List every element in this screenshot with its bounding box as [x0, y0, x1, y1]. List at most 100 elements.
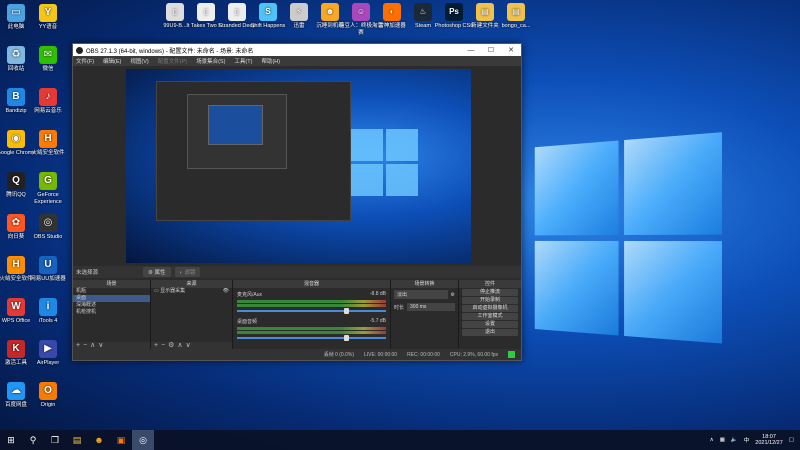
- folder-icon: ▤: [476, 3, 494, 21]
- volume-icon[interactable]: 🔈: [731, 437, 738, 443]
- transitions-header: 场景转换: [391, 280, 458, 288]
- desktop-icon-label: OBS Studio: [26, 234, 70, 241]
- baidu-netdisk-icon: ☁: [7, 382, 25, 400]
- desktop-icon[interactable]: ▶ AirPlayer: [26, 340, 70, 367]
- volume-slider[interactable]: [237, 337, 386, 339]
- desktop-icon[interactable]: ◎OBS Studio: [26, 214, 70, 241]
- mixer-dock: 混音器 麦克风/Aux-8.8 dB 桌面音频-5.7 dB: [233, 280, 391, 350]
- transitions-dock: 场景转换 淡出 ⚙ 时长 300 ms: [391, 280, 459, 350]
- origin-icon: O: [39, 382, 57, 400]
- taskbar: ⊞ ⚲ ❐ ▤ ☻ ▣ ◎ ∧ ▦ 🔈 中 18:07 2021/12/27 ▢: [0, 430, 800, 450]
- maximize-button[interactable]: ☐: [481, 46, 501, 54]
- search-icon[interactable]: ⚲: [22, 430, 44, 450]
- scene-item[interactable]: 机枪搜机: [73, 309, 150, 316]
- wps-icon: W: [7, 298, 25, 316]
- desktop-icon[interactable]: U 网易UU加速器: [26, 256, 70, 283]
- ittakestwo-icon: ▯: [197, 3, 215, 21]
- desktop-icon-label: Origin: [26, 402, 70, 409]
- gear-icon[interactable]: ⚙: [451, 292, 455, 298]
- desktop-icon[interactable]: ▤bongo_ca...: [494, 3, 538, 30]
- stranded-deep-icon: ▯: [228, 3, 246, 21]
- chrome-icon: ◉: [7, 130, 25, 148]
- start-button[interactable]: ⊞: [0, 430, 22, 450]
- task-view-icon[interactable]: ❐: [44, 430, 66, 450]
- uu-icon: U: [39, 256, 57, 274]
- desktop-icon-label: bongo_ca...: [494, 23, 538, 30]
- source-item[interactable]: ▭ 显示器采集 👁: [151, 288, 232, 295]
- properties-button[interactable]: ⚙ 属性: [143, 267, 170, 277]
- virtual-camera-button[interactable]: 启动虚拟摄像机: [462, 305, 518, 312]
- itools-icon: i: [39, 298, 57, 316]
- start-recording-button[interactable]: 开始录制: [462, 297, 518, 304]
- dropped-frames: 丢帧 0 (0.0%): [324, 351, 354, 358]
- desktop-icon[interactable]: ♪网易云音乐: [26, 88, 70, 115]
- fall-guys-icon: ☺: [352, 3, 370, 21]
- desktop-icon-label: 火绒安全软件: [26, 150, 70, 157]
- scene-item[interactable]: 机瓶: [73, 288, 150, 295]
- stop-streaming-button[interactable]: 停止推流: [462, 289, 518, 296]
- obs-taskbar-icon[interactable]: ◎: [132, 430, 154, 450]
- computer-icon: ▭: [7, 4, 25, 22]
- scene-item[interactable]: 深海概述: [73, 302, 150, 309]
- desktop-icon[interactable]: iiTools 4: [26, 298, 70, 325]
- qq-icon: Q: [7, 172, 25, 190]
- studio-mode-button[interactable]: 工作室模式: [462, 313, 518, 320]
- obs-titlebar[interactable]: OBS 27.1.3 (64-bit, windows) - 配置文件: 未命名…: [73, 44, 521, 56]
- desktop-icon[interactable]: H 火绒安全软件: [26, 130, 70, 157]
- duration-label: 时长: [394, 304, 404, 311]
- input-language[interactable]: 中: [744, 436, 750, 444]
- scene-item[interactable]: 桌面: [73, 295, 150, 302]
- scenes-header: 场景: [73, 280, 150, 288]
- close-button[interactable]: ✕: [501, 46, 521, 54]
- obs-window[interactable]: OBS 27.1.3 (64-bit, windows) - 配置文件: 未命名…: [72, 43, 522, 361]
- source-toolbar: 未选择源 ⚙ 属性 ◐ 滤镜: [73, 266, 521, 278]
- cpu-usage: CPU: 2.9%, 60.00 fps: [450, 352, 498, 358]
- desktop-icon[interactable]: GGeForce Experience: [26, 172, 70, 205]
- no-source-label: 未选择源: [76, 268, 98, 276]
- clock[interactable]: 18:07 2021/12/27: [755, 434, 783, 447]
- sources-header: 来源: [151, 280, 232, 288]
- menu-help[interactable]: 帮助(H): [261, 57, 280, 65]
- airplayer-icon: ▶: [39, 340, 57, 358]
- netease-music-icon: ♪: [39, 88, 57, 106]
- menu-tools[interactable]: 工具(T): [234, 57, 252, 65]
- thunder-icon: ⚡: [290, 3, 308, 21]
- transition-select[interactable]: 淡出: [394, 290, 448, 299]
- game-icon: ☻: [321, 3, 339, 21]
- preview-canvas[interactable]: [126, 69, 471, 263]
- docks: 场景 机瓶 桌面 深海概述 机枪搜机 +−∧∨ 来源 ▭ 显示器采集 👁 +−⚙…: [73, 280, 521, 350]
- menu-scene-collection[interactable]: 场景集合(S): [196, 57, 225, 65]
- desktop-icon-label: GeForce Experience: [26, 192, 70, 205]
- chevron-up-icon[interactable]: ∧: [710, 437, 714, 443]
- menu-profile[interactable]: 配置文件(P): [158, 57, 187, 65]
- live-timer: LIVE: 00:00:00: [364, 352, 397, 358]
- game-taskbar-icon[interactable]: ☻: [88, 430, 110, 450]
- minimize-button[interactable]: —: [461, 47, 481, 54]
- menu-view[interactable]: 视图(V): [130, 57, 148, 65]
- notification-icon[interactable]: ▢: [789, 437, 794, 443]
- desktop-icon[interactable]: ✉微信: [26, 46, 70, 73]
- rec-timer: REC: 00:00:00: [407, 352, 440, 358]
- yy-icon: Y: [39, 4, 57, 22]
- desktop-icon-label: 微信: [26, 66, 70, 73]
- network-icon[interactable]: ▦: [720, 437, 725, 443]
- desktop-icon-label: 网易UU加速器: [26, 276, 70, 283]
- app-taskbar-icon[interactable]: ▣: [110, 430, 132, 450]
- duration-input[interactable]: 300 ms: [407, 303, 455, 311]
- menu-file[interactable]: 文件(F): [76, 57, 94, 65]
- desktop-icon[interactable]: O Origin: [26, 382, 70, 409]
- preview-windows-logo: [351, 129, 421, 199]
- desktop-icon-label: AirPlayer: [26, 360, 70, 367]
- file-explorer-icon[interactable]: ▤: [66, 430, 88, 450]
- huorong-icon: H: [39, 130, 57, 148]
- filters-button[interactable]: ◐ 滤镜: [175, 267, 201, 277]
- sunflower-icon: ✿: [7, 214, 25, 232]
- eye-icon[interactable]: 👁: [223, 288, 232, 295]
- bandizip-icon: B: [7, 88, 25, 106]
- menu-edit[interactable]: 编辑(E): [103, 57, 121, 65]
- desktop-icon[interactable]: YYY语音: [26, 4, 70, 31]
- leishen-icon: ◐: [383, 3, 401, 21]
- volume-slider[interactable]: [237, 310, 386, 312]
- exit-button[interactable]: 退出: [462, 329, 518, 336]
- settings-button[interactable]: 设置: [462, 321, 518, 328]
